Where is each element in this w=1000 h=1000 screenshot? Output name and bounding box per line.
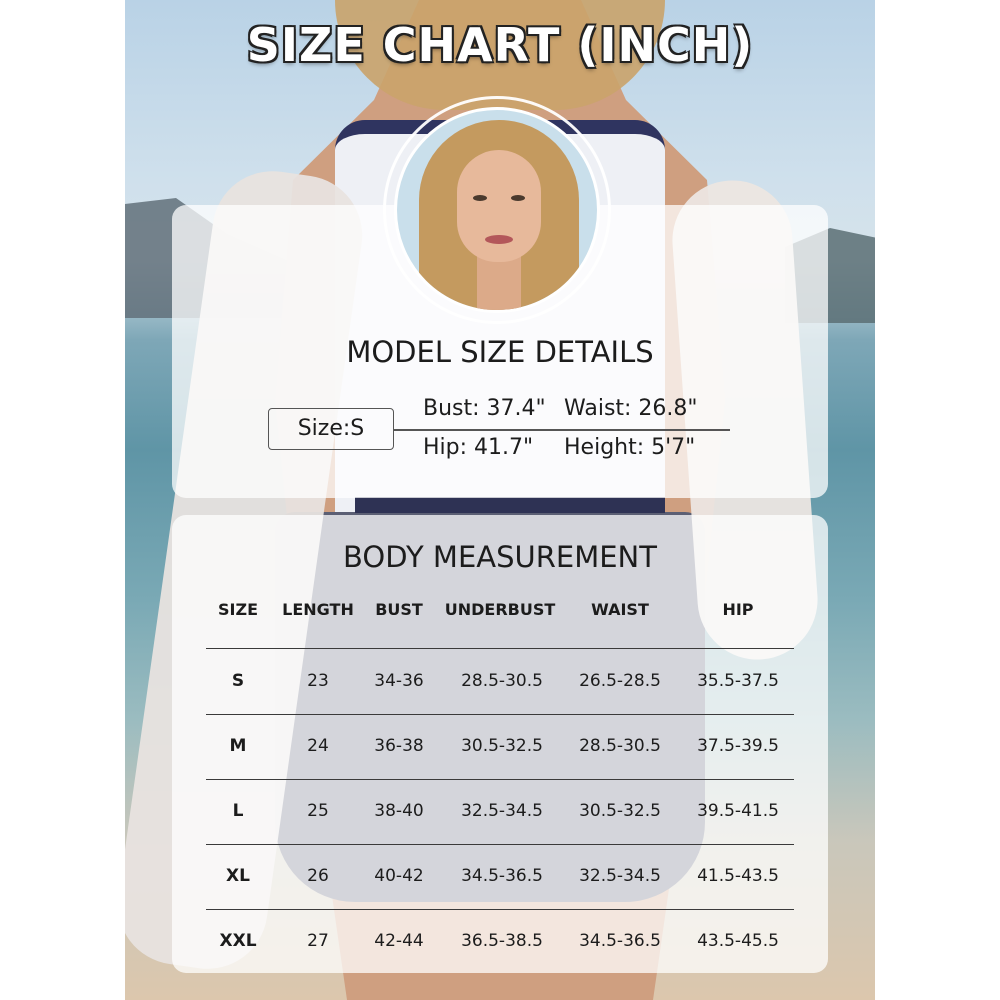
row-divider [206, 844, 794, 845]
cell-waist: 34.5-36.5 [579, 931, 661, 951]
cell-size: XL [226, 866, 250, 886]
model-waistband [355, 497, 665, 513]
cell-hip: 35.5-37.5 [697, 671, 779, 691]
cell-bust: 34-36 [374, 671, 424, 691]
cell-bust: 36-38 [374, 736, 424, 756]
row-divider [206, 648, 794, 649]
cell-length: 25 [307, 801, 329, 821]
cell-hip: 39.5-41.5 [697, 801, 779, 821]
cell-bust: 42-44 [374, 931, 424, 951]
page-title: SIZE CHART (INCH) [246, 18, 754, 72]
cell-waist: 30.5-32.5 [579, 801, 661, 821]
cell-length: 27 [307, 931, 329, 951]
cell-waist: 32.5-34.5 [579, 866, 661, 886]
cell-waist: 26.5-28.5 [579, 671, 661, 691]
model-hip: Hip: 41.7" [423, 435, 534, 460]
cell-waist: 28.5-30.5 [579, 736, 661, 756]
column-header-length: LENGTH [282, 600, 354, 619]
cell-size: L [232, 801, 244, 821]
row-divider [206, 714, 794, 715]
row-divider [206, 909, 794, 910]
column-header-hip: HIP [722, 600, 754, 619]
cell-underbust: 36.5-38.5 [461, 931, 543, 951]
cell-size: M [229, 736, 247, 756]
body-measurement-heading: BODY MEASUREMENT [343, 540, 657, 574]
cell-underbust: 28.5-30.5 [461, 671, 543, 691]
column-header-waist: WAIST [591, 600, 649, 619]
cell-hip: 37.5-39.5 [697, 736, 779, 756]
column-header-size: SIZE [217, 600, 259, 619]
model-size-badge: Size:S [268, 408, 394, 450]
cell-bust: 38-40 [374, 801, 424, 821]
cell-hip: 41.5-43.5 [697, 866, 779, 886]
cell-hip: 43.5-45.5 [697, 931, 779, 951]
divider [394, 429, 730, 431]
cell-length: 26 [307, 866, 329, 886]
cell-size: XXL [219, 931, 257, 951]
model-bust: Bust: 37.4" [423, 396, 546, 421]
column-header-underbust: UNDERBUST [444, 600, 556, 619]
column-header-bust: BUST [375, 600, 423, 619]
cell-size: S [231, 671, 245, 691]
model-waist: Waist: 26.8" [564, 396, 698, 421]
cell-bust: 40-42 [374, 866, 424, 886]
model-height: Height: 5'7" [564, 435, 696, 460]
cell-underbust: 30.5-32.5 [461, 736, 543, 756]
cell-length: 23 [307, 671, 329, 691]
model-avatar [394, 107, 600, 313]
cell-underbust: 32.5-34.5 [461, 801, 543, 821]
cell-length: 24 [307, 736, 329, 756]
model-size-heading: MODEL SIZE DETAILS [346, 335, 654, 369]
cell-underbust: 34.5-36.5 [461, 866, 543, 886]
row-divider [206, 779, 794, 780]
